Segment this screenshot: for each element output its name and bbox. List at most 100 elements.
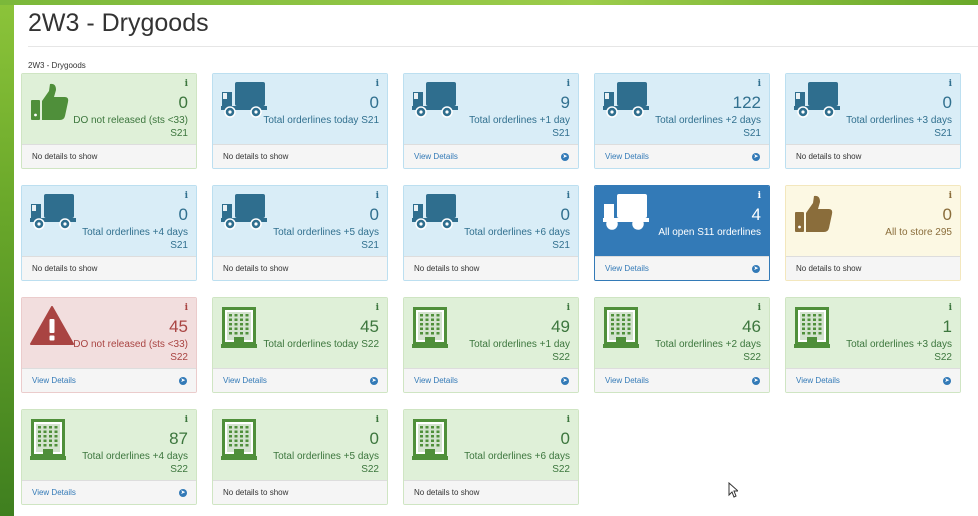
info-icon[interactable]: i	[376, 415, 379, 425]
arrow-right-circle-icon[interactable]: ➤	[752, 377, 760, 385]
view-details-link[interactable]: View Details ➤	[213, 368, 387, 392]
no-details-text: No details to show	[213, 256, 387, 280]
info-icon[interactable]: i	[185, 191, 188, 201]
footer-label[interactable]: View Details	[223, 376, 267, 385]
view-details-link[interactable]: View Details ➤	[786, 368, 960, 392]
tile-body: i 0 DO not released (sts <33) S21	[22, 74, 196, 144]
arrow-right-circle-icon[interactable]: ➤	[561, 153, 569, 161]
dashboard-tile: i 0 Total orderlines +6 days S22 No details…	[403, 409, 579, 505]
info-icon[interactable]: i	[376, 191, 379, 201]
tile-value: 4	[751, 205, 761, 224]
tile-body: i 0 Total orderlines +6 days S21	[404, 186, 578, 256]
thumbs-up-icon	[30, 82, 70, 127]
footer-label: No details to show	[223, 488, 289, 497]
no-details-text: No details to show	[22, 256, 196, 280]
tile-label: Total orderlines +5 days S22	[273, 451, 379, 475]
thumbs-up-icon	[794, 194, 834, 239]
info-icon[interactable]: i	[567, 303, 570, 313]
tile-value: 9	[560, 93, 570, 112]
view-details-link[interactable]: View Details ➤	[595, 368, 769, 392]
info-icon[interactable]: i	[185, 79, 188, 89]
tile-body: i 0 All to store 295	[786, 186, 960, 256]
info-icon[interactable]: i	[185, 303, 188, 313]
tile-label: Total orderlines today S22	[263, 339, 379, 350]
footer-label: No details to show	[414, 488, 480, 497]
arrow-right-circle-icon[interactable]: ➤	[179, 377, 187, 385]
mouse-cursor-icon	[728, 482, 738, 498]
tile-body: i 87 Total orderlines +4 days S22	[22, 410, 196, 480]
footer-label[interactable]: View Details	[796, 376, 840, 385]
footer-label[interactable]: View Details	[605, 376, 649, 385]
tile-body: i 0 Total orderlines +5 days S21	[213, 186, 387, 256]
tile-body: i 45 DO not released (sts <33) S22	[22, 298, 196, 368]
info-icon[interactable]: i	[949, 191, 952, 201]
info-icon[interactable]: i	[567, 415, 570, 425]
tile-value: 45	[360, 317, 379, 336]
info-icon[interactable]: i	[758, 191, 761, 201]
tile-value: 0	[369, 429, 379, 448]
dashboard-tile: i 87 Total orderlines +4 days S22 View Deta…	[21, 409, 197, 505]
dashboard-tile: i 49 Total orderlines +1 day S22 View Detai…	[403, 297, 579, 393]
tile-value: 0	[942, 205, 952, 224]
footer-label[interactable]: View Details	[605, 152, 649, 161]
arrow-right-circle-icon[interactable]: ➤	[561, 377, 569, 385]
arrow-right-circle-icon[interactable]: ➤	[943, 377, 951, 385]
info-icon[interactable]: i	[949, 303, 952, 313]
dashboard-tile: i 46 Total orderlines +2 days S22 View Deta…	[594, 297, 770, 393]
info-icon[interactable]: i	[949, 79, 952, 89]
dashboard-tile: i 45 Total orderlines today S22 View Detail…	[212, 297, 388, 393]
view-details-link[interactable]: View Details ➤	[595, 144, 769, 168]
footer-label[interactable]: View Details	[605, 264, 649, 273]
info-icon[interactable]: i	[567, 191, 570, 201]
building-icon	[412, 306, 448, 355]
arrow-right-circle-icon[interactable]: ➤	[752, 265, 760, 273]
info-icon[interactable]: i	[376, 303, 379, 313]
tile-label: Total orderlines +1 day S21	[469, 115, 570, 139]
tile-value: 0	[178, 205, 188, 224]
tile-label: Total orderlines +2 days S22	[655, 339, 761, 363]
tile-value: 0	[560, 205, 570, 224]
no-details-text: No details to show	[22, 144, 196, 168]
title-divider	[28, 46, 978, 47]
footer-label[interactable]: View Details	[414, 376, 458, 385]
tile-body: i 0 Total orderlines +6 days S22	[404, 410, 578, 480]
view-details-link[interactable]: View Details ➤	[404, 144, 578, 168]
footer-label[interactable]: View Details	[32, 488, 76, 497]
no-details-text: No details to show	[404, 480, 578, 504]
tile-label: Total orderlines +6 days S22	[464, 451, 570, 475]
window-left-edge	[0, 0, 14, 516]
footer-label[interactable]: View Details	[32, 376, 76, 385]
info-icon[interactable]: i	[567, 79, 570, 89]
view-details-link[interactable]: View Details ➤	[404, 368, 578, 392]
arrow-right-circle-icon[interactable]: ➤	[370, 377, 378, 385]
building-icon	[221, 418, 257, 467]
info-icon[interactable]: i	[185, 415, 188, 425]
tile-label: DO not released (sts <33) S22	[73, 339, 188, 363]
tile-label: Total orderlines +3 days S21	[846, 115, 952, 139]
info-icon[interactable]: i	[758, 79, 761, 89]
tile-value: 46	[742, 317, 761, 336]
dashboard-tile: i 9 Total orderlines +1 day S21 View Detail…	[403, 73, 579, 169]
tile-label: Total orderlines +5 days S21	[273, 227, 379, 251]
tile-body: i 1 Total orderlines +3 days S22	[786, 298, 960, 368]
breadcrumb: 2W3 - Drygoods	[28, 61, 86, 70]
view-details-link[interactable]: View Details ➤	[22, 368, 196, 392]
tile-body: i 49 Total orderlines +1 day S22	[404, 298, 578, 368]
dashboard-tile: i 122 Total orderlines +2 days S21 View Det…	[594, 73, 770, 169]
arrow-right-circle-icon[interactable]: ➤	[179, 489, 187, 497]
view-details-link[interactable]: View Details ➤	[22, 480, 196, 504]
arrow-right-circle-icon[interactable]: ➤	[752, 153, 760, 161]
building-icon	[603, 306, 639, 355]
tile-label: Total orderlines +2 days S21	[655, 115, 761, 139]
info-icon[interactable]: i	[376, 79, 379, 89]
footer-label[interactable]: View Details	[414, 152, 458, 161]
tile-label: Total orderlines +4 days S22	[82, 451, 188, 475]
view-details-link[interactable]: View Details ➤	[595, 256, 769, 280]
dashboard-tile: i 0 All to store 295 No details to show	[785, 185, 961, 281]
dashboard-tile: i 4 All open S11 orderlines View Details ➤	[594, 185, 770, 281]
info-icon[interactable]: i	[758, 303, 761, 313]
tile-body: i 46 Total orderlines +2 days S22	[595, 298, 769, 368]
footer-label: No details to show	[414, 264, 480, 273]
tile-label: Total orderlines today S21	[263, 115, 379, 126]
tile-label: All open S11 orderlines	[658, 227, 761, 238]
